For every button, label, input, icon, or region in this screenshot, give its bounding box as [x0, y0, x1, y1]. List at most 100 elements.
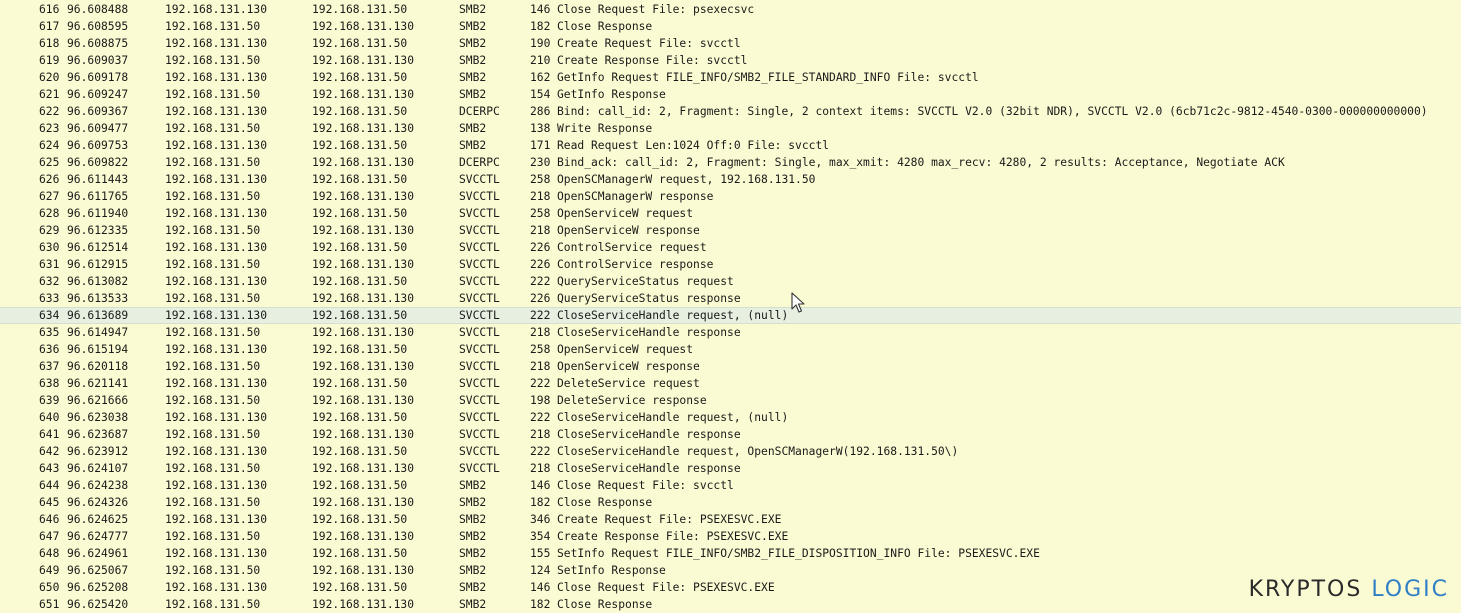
packet-info: SetInfo Request FILE_INFO/SMB2_FILE_DISP…: [557, 547, 1040, 560]
packet-info: Close Response: [557, 598, 653, 611]
packet-info: SetInfo Response: [557, 564, 666, 577]
packet-row[interactable]: 632 96.613082 192.168.131.130 192.168.131.5…: [0, 273, 1461, 290]
packet-protocol: SVCCTL: [459, 292, 500, 305]
packet-source: 192.168.131.130: [165, 581, 268, 594]
packet-row[interactable]: 647 96.624777 192.168.131.50 192.168.131.13…: [0, 528, 1461, 545]
packet-number: 641: [39, 428, 60, 441]
packet-time: 96.624961: [67, 547, 129, 560]
packet-source: 192.168.131.130: [165, 547, 268, 560]
packet-time: 96.608488: [67, 3, 129, 16]
logo-word-logic: LOGIC: [1371, 577, 1449, 602]
packet-row[interactable]: 626 96.611443 192.168.131.130 192.168.131.5…: [0, 171, 1461, 188]
packet-protocol: SMB2: [459, 479, 487, 492]
packet-row-selected[interactable]: 634 96.613689 192.168.131.130 192.168.131.5…: [0, 307, 1461, 324]
packet-row[interactable]: 617 96.608595 192.168.131.50 192.168.131.13…: [0, 18, 1461, 35]
packet-number: 623: [39, 122, 60, 135]
packet-destination: 192.168.131.130: [312, 530, 415, 543]
packet-row[interactable]: 622 96.609367 192.168.131.130 192.168.131.5…: [0, 103, 1461, 120]
packet-info: QueryServiceStatus request: [557, 275, 734, 288]
packet-row[interactable]: 638 96.621141 192.168.131.130 192.168.131.5…: [0, 375, 1461, 392]
packet-row[interactable]: 646 96.624625 192.168.131.130 192.168.131.5…: [0, 511, 1461, 528]
packet-info: QueryServiceStatus response: [557, 292, 741, 305]
packet-row[interactable]: 649 96.625067 192.168.131.50 192.168.131.13…: [0, 562, 1461, 579]
packet-row[interactable]: 639 96.621666 192.168.131.50 192.168.131.13…: [0, 392, 1461, 409]
packet-number: 625: [39, 156, 60, 169]
packet-number: 633: [39, 292, 60, 305]
packet-source: 192.168.131.50: [165, 224, 261, 237]
packet-row[interactable]: 631 96.612915 192.168.131.50 192.168.131.13…: [0, 256, 1461, 273]
packet-row[interactable]: 644 96.624238 192.168.131.130 192.168.131.5…: [0, 477, 1461, 494]
packet-number: 646: [39, 513, 60, 526]
packet-time: 96.625208: [67, 581, 129, 594]
packet-row[interactable]: 621 96.609247 192.168.131.50 192.168.131.13…: [0, 86, 1461, 103]
packet-destination: 192.168.131.130: [312, 428, 415, 441]
packet-row[interactable]: 619 96.609037 192.168.131.50 192.168.131.13…: [0, 52, 1461, 69]
mouse-pointer-icon: [791, 292, 805, 313]
packet-number: 647: [39, 530, 60, 543]
packet-info: Bind_ack: call_id: 2, Fragment: Single, …: [557, 156, 1285, 169]
packet-destination: 192.168.131.50: [312, 581, 408, 594]
packet-source: 192.168.131.50: [165, 394, 261, 407]
packet-row[interactable]: 642 96.623912 192.168.131.130 192.168.131.5…: [0, 443, 1461, 460]
packet-row[interactable]: 637 96.620118 192.168.131.50 192.168.131.13…: [0, 358, 1461, 375]
packet-time: 96.613533: [67, 292, 129, 305]
packet-length: 218: [530, 360, 551, 373]
packet-protocol: SMB2: [459, 581, 487, 594]
packet-protocol: SVCCTL: [459, 224, 500, 237]
packet-destination: 192.168.131.130: [312, 326, 415, 339]
packet-destination: 192.168.131.50: [312, 173, 408, 186]
packet-row[interactable]: 624 96.609753 192.168.131.130 192.168.131.5…: [0, 137, 1461, 154]
packet-length: 354: [530, 530, 551, 543]
packet-row[interactable]: 640 96.623038 192.168.131.130 192.168.131.5…: [0, 409, 1461, 426]
packet-destination: 192.168.131.130: [312, 360, 415, 373]
packet-info: Close Response: [557, 20, 653, 33]
packet-destination: 192.168.131.50: [312, 71, 408, 84]
packet-row[interactable]: 643 96.624107 192.168.131.50 192.168.131.13…: [0, 460, 1461, 477]
packet-time: 96.621141: [67, 377, 129, 390]
packet-length: 230: [530, 156, 551, 169]
packet-length: 182: [530, 20, 551, 33]
packet-destination: 192.168.131.50: [312, 411, 408, 424]
packet-time: 96.608595: [67, 20, 129, 33]
packet-row[interactable]: 627 96.611765 192.168.131.50 192.168.131.13…: [0, 188, 1461, 205]
packet-row[interactable]: 629 96.612335 192.168.131.50 192.168.131.13…: [0, 222, 1461, 239]
packet-destination: 192.168.131.50: [312, 105, 408, 118]
packet-number: 642: [39, 445, 60, 458]
packet-protocol: SVCCTL: [459, 258, 500, 271]
packet-row[interactable]: 625 96.609822 192.168.131.50 192.168.131.13…: [0, 154, 1461, 171]
packet-protocol: SVCCTL: [459, 190, 500, 203]
packet-row[interactable]: 623 96.609477 192.168.131.50 192.168.131.13…: [0, 120, 1461, 137]
packet-time: 96.611940: [67, 207, 129, 220]
packet-row[interactable]: 650 96.625208 192.168.131.130 192.168.131.5…: [0, 579, 1461, 596]
packet-row[interactable]: 633 96.613533 192.168.131.50 192.168.131.13…: [0, 290, 1461, 307]
packet-info: CloseServiceHandle request, (null): [557, 411, 789, 424]
packet-protocol: SVCCTL: [459, 445, 500, 458]
packet-number: 648: [39, 547, 60, 560]
packet-row[interactable]: 651 96.625420 192.168.131.50 192.168.131.13…: [0, 596, 1461, 613]
packet-row[interactable]: 648 96.624961 192.168.131.130 192.168.131.5…: [0, 545, 1461, 562]
packet-time: 96.612335: [67, 224, 129, 237]
packet-row[interactable]: 636 96.615194 192.168.131.130 192.168.131.5…: [0, 341, 1461, 358]
packet-length: 226: [530, 292, 551, 305]
packet-row[interactable]: 630 96.612514 192.168.131.130 192.168.131.5…: [0, 239, 1461, 256]
packet-row[interactable]: 628 96.611940 192.168.131.130 192.168.131.5…: [0, 205, 1461, 222]
packet-length: 222: [530, 275, 551, 288]
packet-destination: 192.168.131.130: [312, 564, 415, 577]
packet-row[interactable]: 616 96.608488 192.168.131.130 192.168.131.5…: [0, 1, 1461, 18]
packet-source: 192.168.131.130: [165, 275, 268, 288]
packet-source: 192.168.131.130: [165, 445, 268, 458]
packet-row[interactable]: 641 96.623687 192.168.131.50 192.168.131.13…: [0, 426, 1461, 443]
packet-info: CloseServiceHandle request, (null): [557, 309, 789, 322]
packet-source: 192.168.131.50: [165, 20, 261, 33]
packet-row[interactable]: 618 96.608875 192.168.131.130 192.168.131.5…: [0, 35, 1461, 52]
packet-length: 258: [530, 173, 551, 186]
packet-number: 634: [39, 309, 60, 322]
packet-protocol: SMB2: [459, 20, 487, 33]
packet-time: 96.624625: [67, 513, 129, 526]
packet-length: 124: [530, 564, 551, 577]
packet-number: 620: [39, 71, 60, 84]
packet-source: 192.168.131.50: [165, 530, 261, 543]
packet-row[interactable]: 635 96.614947 192.168.131.50 192.168.131.13…: [0, 324, 1461, 341]
packet-row[interactable]: 620 96.609178 192.168.131.130 192.168.131.5…: [0, 69, 1461, 86]
packet-row[interactable]: 645 96.624326 192.168.131.50 192.168.131.13…: [0, 494, 1461, 511]
